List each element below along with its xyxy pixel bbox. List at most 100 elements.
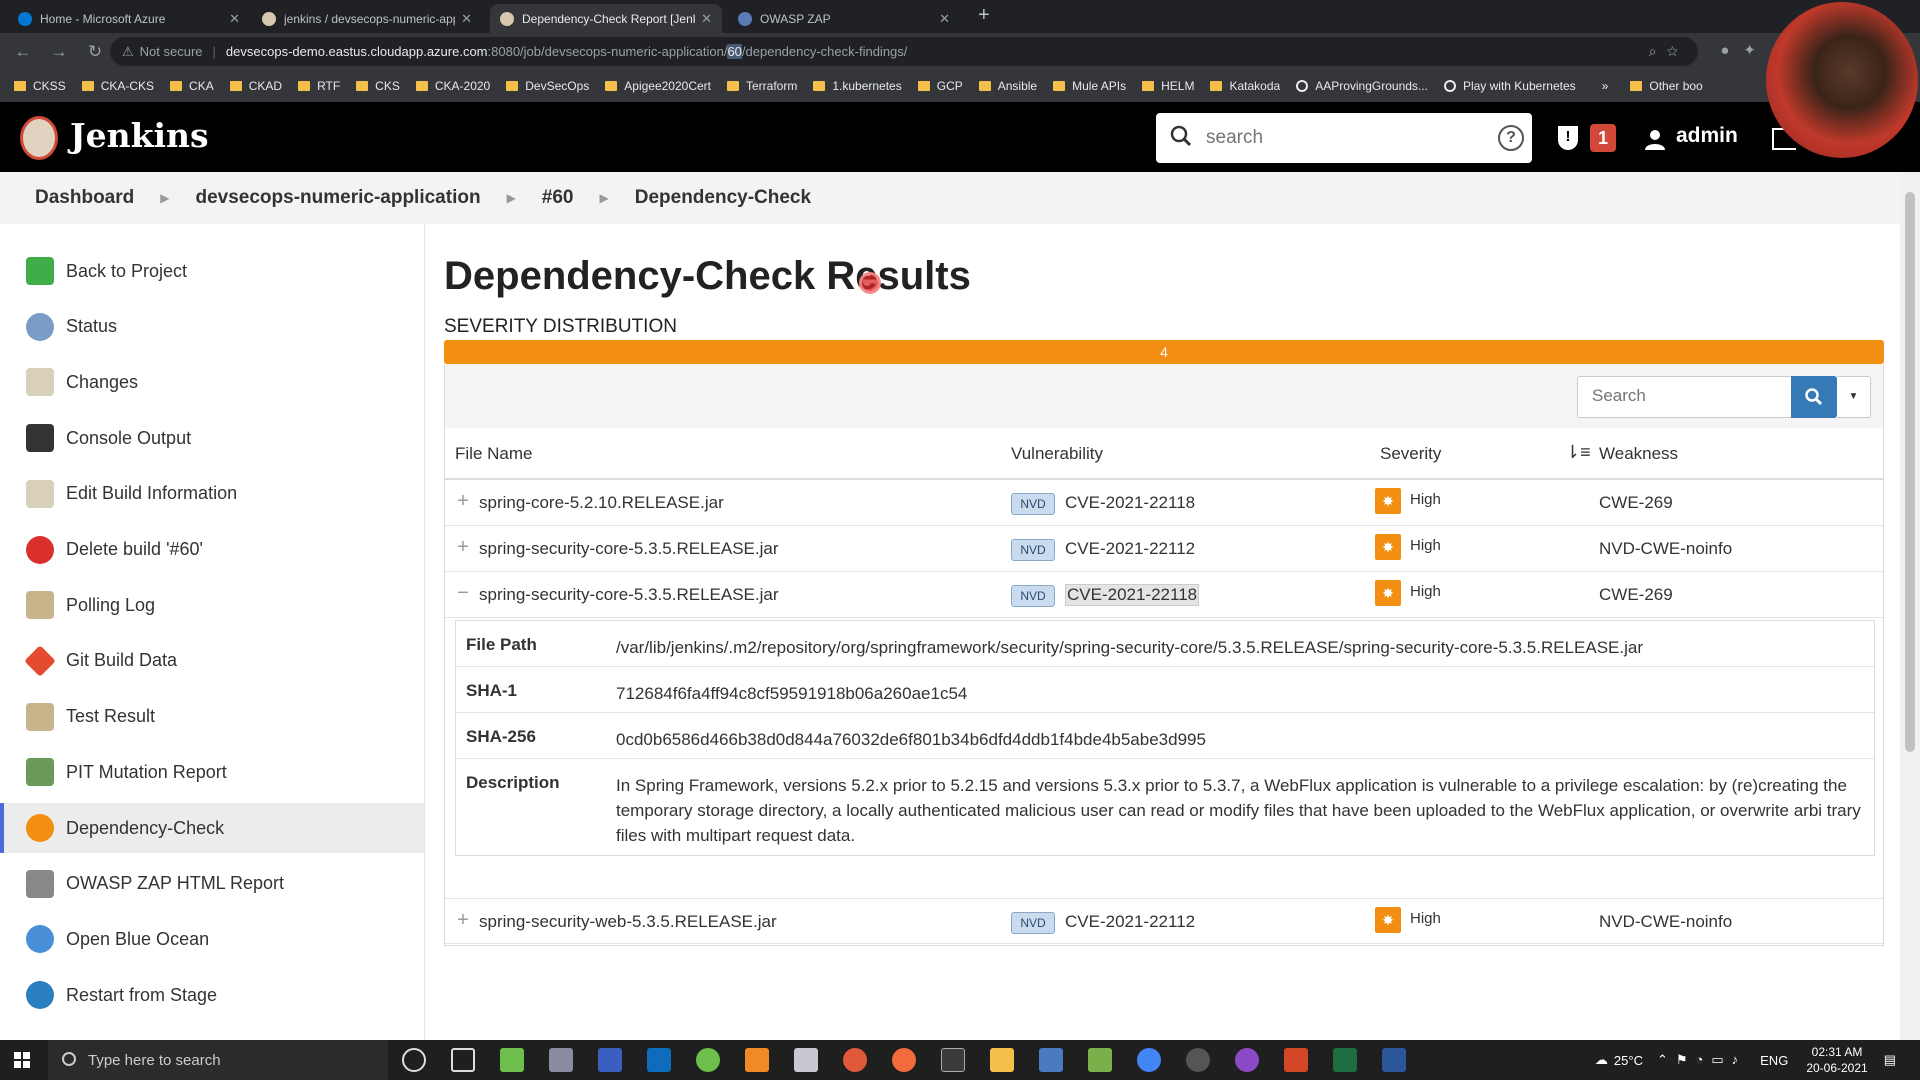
- bookmark-item[interactable]: GCP: [917, 79, 963, 93]
- close-icon[interactable]: ✕: [701, 11, 712, 27]
- powershell-app-icon[interactable]: [598, 1048, 622, 1072]
- table-row[interactable]: + spring-security-core-5.3.5.RELEASE.jar…: [445, 526, 1883, 572]
- jenkins-title[interactable]: Jenkins: [70, 116, 209, 155]
- tool-app-icon[interactable]: [1186, 1048, 1210, 1072]
- sidebar-item[interactable]: Git Build Data: [0, 636, 424, 686]
- bookmark-item[interactable]: 1.kubernetes: [813, 79, 902, 93]
- security-shield-icon[interactable]: !: [1558, 126, 1578, 150]
- clock[interactable]: 02:31 AM 20-06-2021: [1806, 1044, 1867, 1076]
- reload-icon[interactable]: ↻: [82, 42, 108, 62]
- sidebar-item[interactable]: Open Blue Ocean: [0, 914, 424, 964]
- breadcrumb-build[interactable]: #60: [542, 187, 574, 209]
- sidebar-item[interactable]: Edit Build Information: [0, 469, 424, 519]
- expand-icon[interactable]: +: [455, 536, 471, 559]
- jenkins-logo-icon[interactable]: [20, 116, 58, 160]
- tool-app-icon[interactable]: [1088, 1048, 1112, 1072]
- bookmark-item[interactable]: CKA-2020: [415, 79, 490, 93]
- sidebar-item[interactable]: Restart from Stage: [0, 970, 424, 1020]
- sort-descending-icon[interactable]: ⇂≡: [1565, 442, 1591, 463]
- cortana-icon[interactable]: [402, 1048, 426, 1072]
- table-row[interactable]: + spring-core-5.2.10.RELEASE.jar NVD CVE…: [445, 480, 1883, 526]
- chrome-app-icon[interactable]: [1137, 1048, 1161, 1072]
- sidebar-item[interactable]: Console Output: [0, 413, 424, 463]
- column-header-severity[interactable]: Severity: [1380, 444, 1441, 464]
- bookmark-item[interactable]: HELM: [1142, 79, 1194, 93]
- browser-tab-azure[interactable]: Home - Microsoft Azure ✕: [8, 4, 250, 33]
- breadcrumb-current[interactable]: Dependency-Check: [635, 187, 811, 209]
- forward-icon[interactable]: →: [46, 42, 72, 62]
- bookmark-item[interactable]: Play with Kubernetes: [1443, 79, 1576, 93]
- expand-icon[interactable]: +: [455, 909, 471, 932]
- windows-start-icon[interactable]: [14, 1052, 30, 1068]
- bookmarks-overflow-icon[interactable]: »: [1602, 79, 1609, 93]
- language-indicator[interactable]: ENG: [1760, 1053, 1788, 1068]
- column-header-weakness[interactable]: Weakness: [1599, 444, 1678, 464]
- bookmark-item[interactable]: AAProvingGrounds...: [1296, 79, 1428, 93]
- collapse-icon[interactable]: −: [455, 582, 471, 605]
- notification-icon[interactable]: ▤: [1884, 1052, 1896, 1068]
- sublime-app-icon[interactable]: [745, 1048, 769, 1072]
- outlook-app-icon[interactable]: [647, 1048, 671, 1072]
- tool-app-icon[interactable]: [794, 1048, 818, 1072]
- close-icon[interactable]: ✕: [939, 11, 950, 27]
- browser-tab-jenkins[interactable]: jenkins / devsecops-numeric-app ✕: [252, 4, 482, 33]
- sidebar-item[interactable]: OWASP ZAP HTML Report: [0, 859, 424, 909]
- back-icon[interactable]: ←: [10, 42, 36, 62]
- browser-tab-dependency-check[interactable]: Dependency-Check Report [Jenki ✕: [490, 4, 722, 33]
- browser-tab-owasp-zap[interactable]: OWASP ZAP ✕: [728, 4, 960, 33]
- sidebar-item[interactable]: Dependency-Check: [0, 803, 424, 853]
- bookmark-item[interactable]: CKSS: [14, 79, 66, 93]
- sidebar-item[interactable]: Status: [0, 302, 424, 352]
- bookmark-item[interactable]: RTF: [298, 79, 340, 93]
- sidebar-item[interactable]: Back to Project: [0, 246, 424, 296]
- page-scrollbar[interactable]: [1900, 172, 1920, 1040]
- extensions-icons[interactable]: ●✦: [1720, 41, 1770, 59]
- notepad-app-icon[interactable]: [500, 1048, 524, 1072]
- bookmark-item[interactable]: CKAD: [229, 79, 282, 93]
- word-app-icon[interactable]: [1382, 1048, 1406, 1072]
- user-link[interactable]: admin: [1676, 124, 1738, 148]
- sidebar-item[interactable]: Delete build '#60': [0, 525, 424, 575]
- powerpoint-app-icon[interactable]: [1284, 1048, 1308, 1072]
- table-search-button[interactable]: [1791, 376, 1837, 418]
- close-icon[interactable]: ✕: [229, 11, 240, 27]
- postman-app-icon[interactable]: [843, 1048, 867, 1072]
- breadcrumb-project[interactable]: devsecops-numeric-application: [195, 187, 480, 209]
- task-view-icon[interactable]: [451, 1048, 475, 1072]
- column-header-vulnerability[interactable]: Vulnerability: [1011, 444, 1103, 464]
- bookmark-item[interactable]: DevSecOps: [506, 79, 589, 93]
- github-app-icon[interactable]: [1235, 1048, 1259, 1072]
- bookmark-item[interactable]: Apigee2020Cert: [605, 79, 711, 93]
- other-bookmarks[interactable]: Other boo: [1630, 79, 1703, 93]
- tool-app-icon[interactable]: [892, 1048, 916, 1072]
- taskbar-search[interactable]: Type here to search: [48, 1040, 388, 1080]
- tray-icons[interactable]: ⌃⚑◔▭♪: [1657, 1052, 1746, 1068]
- table-row-expanded[interactable]: − spring-security-core-5.3.5.RELEASE.jar…: [445, 572, 1883, 618]
- calculator-app-icon[interactable]: [549, 1048, 573, 1072]
- excel-app-icon[interactable]: [1333, 1048, 1357, 1072]
- bookmark-item[interactable]: CKS: [356, 79, 400, 93]
- caret-down-icon[interactable]: ▼: [1837, 376, 1871, 418]
- address-bar[interactable]: ⚠ Not secure | devsecops-demo.eastus.clo…: [110, 37, 1698, 66]
- bookmark-item[interactable]: Terraform: [727, 79, 797, 93]
- bookmark-item[interactable]: CKA: [170, 79, 214, 93]
- new-tab-icon[interactable]: +: [978, 4, 990, 27]
- network-app-icon[interactable]: [1039, 1048, 1063, 1072]
- help-icon[interactable]: ?: [1498, 125, 1524, 151]
- table-row[interactable]: + spring-security-web-5.3.5.RELEASE.jar …: [445, 898, 1883, 944]
- close-icon[interactable]: ✕: [461, 11, 472, 27]
- table-search-input[interactable]: [1592, 377, 1792, 415]
- scrollbar-thumb[interactable]: [1905, 192, 1915, 752]
- photos-app-icon[interactable]: [941, 1048, 965, 1072]
- address-bar-icons[interactable]: ⌕☆: [1649, 43, 1688, 60]
- bookmark-item[interactable]: Ansible: [978, 79, 1037, 93]
- sidebar-item[interactable]: PIT Mutation Report: [0, 747, 424, 797]
- sidebar-item[interactable]: Test Result: [0, 692, 424, 742]
- bookmark-item[interactable]: Mule APIs: [1053, 79, 1126, 93]
- sidebar-item[interactable]: Polling Log: [0, 580, 424, 630]
- sidebar-item[interactable]: Changes: [0, 357, 424, 407]
- breadcrumb-dashboard[interactable]: Dashboard: [35, 187, 134, 209]
- temperature[interactable]: 25°C: [1614, 1053, 1643, 1068]
- bookmark-item[interactable]: Katakoda: [1210, 79, 1280, 93]
- alert-badge[interactable]: 1: [1590, 124, 1616, 152]
